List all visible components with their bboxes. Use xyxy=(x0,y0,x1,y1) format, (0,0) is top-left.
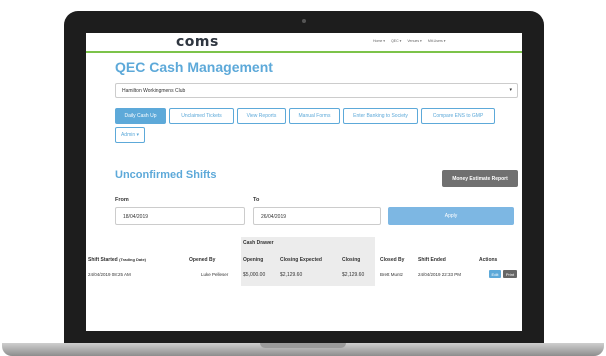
row-opening: $5,000.00 xyxy=(243,272,266,278)
row-shift-started: 24/04/2019 08:25 AM xyxy=(88,272,131,277)
col-opened-by: Opened By xyxy=(189,257,216,263)
tab-daily-cash-up[interactable]: Daily Cash Up xyxy=(115,108,166,124)
coms-logo[interactable]: coms xyxy=(176,34,219,50)
chevron-down-icon: ▾ xyxy=(509,87,512,93)
row-closed-by: Brett Muntz xyxy=(380,272,404,277)
from-label: From xyxy=(115,197,129,203)
page-title: QEC Cash Management xyxy=(115,59,273,75)
tab-enter-banking[interactable]: Enter Banking to Society xyxy=(343,108,418,124)
nav-qec[interactable]: QEC ▾ xyxy=(391,39,401,43)
tab-unclaimed-tickets[interactable]: Unclaimed Tickets xyxy=(169,108,234,124)
club-select[interactable]: Hamilton Workingmens Club ▾ xyxy=(115,83,518,98)
tab-view-reports[interactable]: View Reports xyxy=(237,108,286,124)
laptop-notch xyxy=(260,343,346,348)
tab-manual-forms[interactable]: Manual Forms xyxy=(289,108,340,124)
col-closing-expected: Closing Expected xyxy=(280,257,322,263)
row-closing-expected: $2,129.60 xyxy=(280,272,303,278)
row-opened-by: Luke Pelleser xyxy=(201,272,229,277)
tab-admin[interactable]: Admin ▾ xyxy=(115,127,145,143)
to-label: To xyxy=(253,197,260,203)
col-shift-started: Shift Started (Trading Date) xyxy=(88,257,146,263)
col-actions: Actions xyxy=(479,257,498,263)
col-shift-ended: Shift Ended xyxy=(418,257,446,263)
edit-button[interactable]: Edit xyxy=(489,270,501,278)
print-button[interactable]: Print xyxy=(503,270,517,278)
logo-text: coms xyxy=(176,34,219,50)
top-navbar: coms Home ▾ QEC ▾ Venues ▾ Mtt.Users ▾ xyxy=(86,33,522,53)
tab-compare-ens-gmp[interactable]: Compare ENS to GMP xyxy=(421,108,495,124)
money-estimate-report-button[interactable]: Money Estimate Report xyxy=(442,170,518,187)
col-closing: Closing xyxy=(342,257,361,263)
nav-home[interactable]: Home ▾ xyxy=(373,39,385,43)
from-date-input[interactable]: 18/04/2019 xyxy=(115,207,245,225)
top-nav-menu: Home ▾ QEC ▾ Venues ▾ Mtt.Users ▾ xyxy=(373,39,446,43)
nav-venues[interactable]: Venues ▾ xyxy=(407,39,421,43)
cash-drawer-header: Cash Drawer xyxy=(243,240,274,246)
to-date-input[interactable]: 26/04/2019 xyxy=(253,207,381,225)
col-closed-by: Closed By xyxy=(380,257,405,263)
col-opening: Opening xyxy=(243,257,264,263)
club-select-value: Hamilton Workingmens Club xyxy=(122,88,186,94)
nav-users[interactable]: Mtt.Users ▾ xyxy=(428,39,446,43)
app-screen: coms Home ▾ QEC ▾ Venues ▾ Mtt.Users ▾ Q… xyxy=(86,33,522,331)
col-trading-date-label: (Trading Date) xyxy=(119,257,147,262)
section-title: Unconfirmed Shifts xyxy=(115,169,217,181)
row-closing: $2,129.60 xyxy=(342,272,365,278)
row-shift-ended: 24/04/2019 22:33 PM xyxy=(418,272,462,277)
laptop-base xyxy=(2,343,604,356)
camera-dot xyxy=(302,19,306,23)
col-shift-started-label: Shift Started xyxy=(88,257,118,263)
apply-button[interactable]: Apply xyxy=(388,207,514,225)
